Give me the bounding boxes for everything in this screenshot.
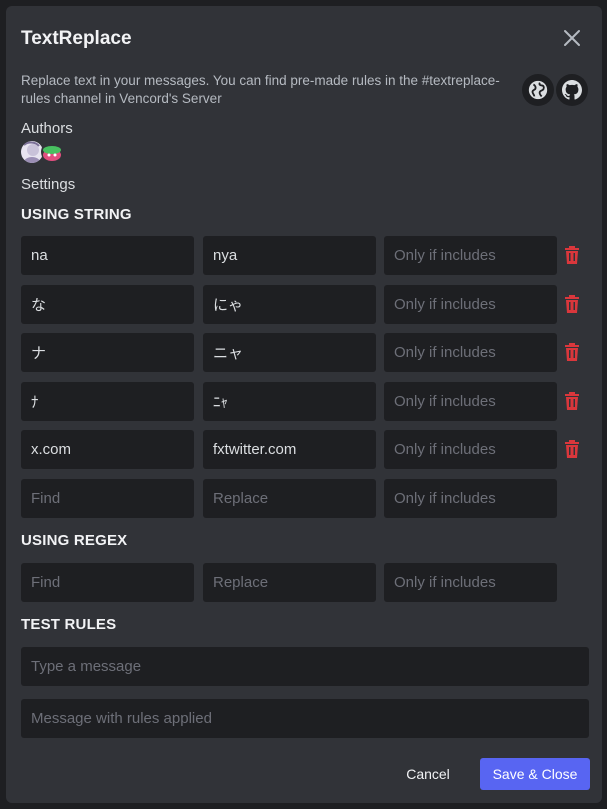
trash-icon (565, 343, 579, 362)
test-message-input[interactable] (21, 647, 589, 686)
delete-rule-button[interactable] (562, 437, 582, 461)
find-input[interactable] (21, 284, 194, 324)
find-input[interactable] (21, 236, 194, 275)
replace-input[interactable] (203, 333, 376, 373)
delete-rule-button[interactable] (562, 292, 582, 316)
delete-rule-button[interactable] (562, 243, 582, 267)
only-if-includes-input[interactable] (384, 563, 557, 602)
find-input[interactable] (21, 381, 194, 421)
replace-input[interactable] (203, 563, 376, 602)
authors-label: Authors (21, 120, 73, 137)
only-if-includes-input[interactable] (384, 381, 557, 421)
find-input[interactable] (21, 563, 194, 602)
author-avatar[interactable] (41, 141, 63, 163)
only-if-includes-input[interactable] (384, 236, 557, 275)
find-input[interactable] (21, 430, 194, 470)
test-result-output (21, 699, 589, 738)
website-button[interactable] (522, 74, 554, 106)
trash-icon (565, 440, 579, 459)
github-button[interactable] (556, 74, 588, 106)
settings-label: Settings (21, 176, 76, 193)
plugin-settings-modal: TextReplace Replace text in your message… (6, 6, 602, 803)
save-close-button[interactable]: Save & Close (480, 758, 590, 790)
test-rules-title: TEST RULES (21, 616, 117, 633)
delete-rule-button[interactable] (562, 340, 582, 364)
using-regex-title: USING REGEX (21, 532, 128, 549)
cancel-button[interactable]: Cancel (388, 758, 468, 790)
trash-icon (565, 246, 579, 264)
globe-icon (528, 80, 548, 100)
trash-icon (565, 294, 579, 313)
only-if-includes-input[interactable] (384, 284, 557, 324)
delete-rule-button[interactable] (562, 389, 582, 413)
close-button[interactable] (560, 26, 584, 50)
replace-input[interactable] (203, 479, 376, 518)
avatar-image (41, 141, 63, 163)
author-avatar[interactable] (21, 141, 43, 163)
trash-icon (565, 391, 579, 410)
close-icon (564, 30, 580, 46)
find-input[interactable] (21, 479, 194, 518)
only-if-includes-input[interactable] (384, 479, 557, 518)
github-icon (562, 80, 582, 100)
using-string-title: USING STRING (21, 206, 132, 223)
only-if-includes-input[interactable] (384, 333, 557, 373)
replace-input[interactable] (203, 236, 376, 275)
avatar-image (21, 141, 43, 163)
replace-input[interactable] (203, 381, 376, 421)
only-if-includes-input[interactable] (384, 430, 557, 470)
plugin-description: Replace text in your messages. You can f… (21, 73, 500, 106)
replace-input[interactable] (203, 430, 376, 470)
replace-input[interactable] (203, 284, 376, 324)
find-input[interactable] (21, 333, 194, 373)
modal-title: TextReplace (21, 28, 132, 49)
